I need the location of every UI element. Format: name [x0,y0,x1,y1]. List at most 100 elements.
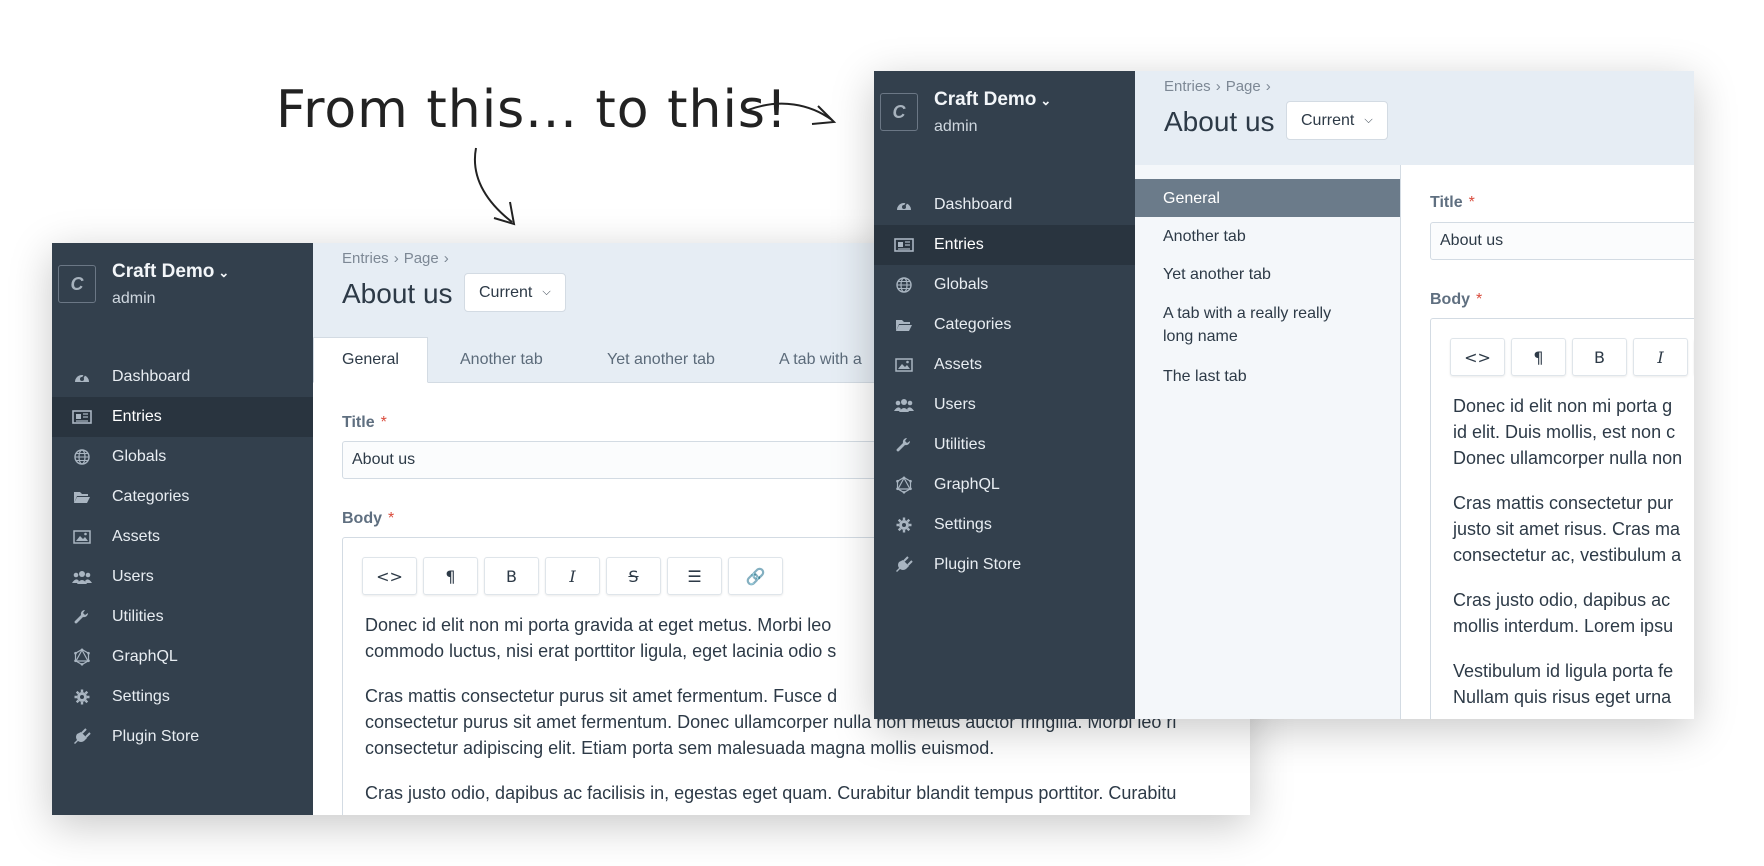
sidebar-item-dashboard[interactable]: Dashboard [874,185,1135,225]
sidebar-item-label: Categories [112,488,190,505]
sidebar-item-label: Assets [112,528,161,545]
sidebar-item-label: Entries [112,408,162,425]
sidebar-item-plugin-store[interactable]: Plugin Store [874,545,1135,585]
text-line: Donec id elit non mi porta gravida at eg… [365,615,832,635]
paragraph: Cras justo odio, dapibus ac facilisis in… [365,780,1250,806]
tab-yet-another[interactable]: Yet another tab [607,337,715,383]
dashboard-icon [52,369,112,385]
sidebar-item-categories[interactable]: Categories [874,305,1135,345]
bold-button[interactable]: B [1572,338,1627,376]
site-switcher[interactable]: Craft Demo ⌄ [112,261,229,283]
title-label-text: Title [342,414,375,431]
editor-content[interactable]: Donec id elit non mi porta g id elit. Dui… [1453,393,1694,719]
site-switcher[interactable]: Craft Demo ⌄ [934,89,1051,111]
entries-icon [874,238,934,252]
sidebar-item-settings[interactable]: Settings [52,677,313,717]
text-line: Cras justo odio, dapibus ac [1453,590,1671,610]
italic-button[interactable]: I [1633,338,1688,376]
sidebar-item-label: Settings [112,688,170,705]
main-nav: Dashboard Entries Globals Categories Assets U… [52,357,313,757]
breadcrumb-separator: › [443,250,449,267]
sidebar-item-utilities[interactable]: Utilities [52,597,313,637]
required-indicator: * [1468,194,1475,211]
italic-icon: I [1657,347,1664,367]
paragraph-icon: ¶ [1533,347,1544,367]
sidebar-item-graphql[interactable]: GraphQL [874,465,1135,505]
breadcrumb-separator: › [393,250,399,267]
bold-button[interactable]: B [484,557,539,595]
revision-label: Current [1301,111,1355,129]
body-editor[interactable]: <> ¶ B I S Donec id elit non mi porta g i… [1430,318,1694,719]
site-logo[interactable]: C [58,265,96,303]
tab-the-last-tab[interactable]: The last tab [1135,357,1400,395]
breadcrumb-page[interactable]: Page [404,250,439,267]
sidebar-item-users[interactable]: Users [52,557,313,597]
strikethrough-button[interactable]: S [606,557,661,595]
list-button[interactable]: ☰ [667,557,722,595]
list-icon: ☰ [687,566,702,586]
screenshot-after: C Craft Demo ⌄ admin Dashboard Entries Glob… [874,71,1694,719]
tab-yet-another-tab[interactable]: Yet another tab [1135,255,1400,293]
sidebar-item-entries[interactable]: Entries [52,397,313,437]
required-indicator: * [380,414,387,431]
revision-select[interactable]: Current ⌵ [1286,101,1388,140]
text-line: consectetur adipiscing elit. Etiam porta… [365,738,995,758]
plug-icon [52,728,112,746]
tab-another[interactable]: Another tab [460,337,543,383]
breadcrumb-separator: › [1265,78,1271,95]
link-icon: 🔗 [745,566,766,586]
paragraph-button[interactable]: ¶ [1511,338,1566,376]
sidebar-item-assets[interactable]: Assets [874,345,1135,385]
graphql-icon [874,476,934,494]
sidebar-item-label: GraphQL [934,476,1000,493]
sidebar-item-globals[interactable]: Globals [874,265,1135,305]
bold-icon: B [506,566,517,586]
italic-button[interactable]: I [545,557,600,595]
headline: From this... to this! [276,80,788,140]
title-field-label: Title * [342,414,387,432]
tab-another-tab[interactable]: Another tab [1135,217,1400,255]
sidebar-item-label: Entries [934,236,984,253]
title-input[interactable]: About us [1430,222,1694,260]
tab-a-tab-with-a-really-really-long-name[interactable]: A tab with a really really long name [1135,293,1400,357]
site-logo[interactable]: C [880,93,918,131]
sidebar-item-users[interactable]: Users [874,385,1135,425]
breadcrumb-page[interactable]: Page [1226,78,1261,95]
paragraph-button[interactable]: ¶ [423,557,478,595]
editor-toolbar: <> ¶ B I S [1450,338,1694,376]
tab-general[interactable]: General [1135,179,1400,217]
image-icon [874,358,934,372]
link-button[interactable]: 🔗 [728,557,783,595]
revision-select[interactable]: Current ⌵ [464,273,566,312]
sidebar-item-label: Categories [934,316,1012,333]
sidebar-item-dashboard[interactable]: Dashboard [52,357,313,397]
chevron-down-icon: ⌵ [542,286,551,298]
tab-general[interactable]: General [313,337,428,383]
sidebar-item-graphql[interactable]: GraphQL [52,637,313,677]
sidebar-item-plugin-store[interactable]: Plugin Store [52,717,313,757]
sidebar-item-label: Dashboard [112,368,191,385]
graphql-icon [52,648,112,666]
sidebar-item-entries[interactable]: Entries [874,225,1135,265]
chevron-down-icon: ⌄ [1040,93,1052,108]
sidebar-item-utilities[interactable]: Utilities [874,425,1135,465]
italic-icon: I [569,566,576,586]
body-field-label: Body * [342,510,394,528]
image-icon [52,530,112,544]
paragraph: Cras justo odio, dapibus ac mollis interd… [1453,587,1694,639]
body-label-text: Body [342,510,382,527]
tab-long-name[interactable]: A tab with a [779,337,862,383]
sidebar-item-categories[interactable]: Categories [52,477,313,517]
breadcrumb-entries[interactable]: Entries [342,250,389,267]
sidebar-item-globals[interactable]: Globals [52,437,313,477]
html-button[interactable]: <> [362,557,417,595]
paragraph: Vestibulum id ligula porta fe Nullam quis… [1453,658,1694,710]
sidebar-item-settings[interactable]: Settings [874,505,1135,545]
html-button[interactable]: <> [1450,338,1505,376]
sidebar-item-assets[interactable]: Assets [52,517,313,557]
site-name: Craft Demo [934,89,1037,110]
breadcrumb-entries[interactable]: Entries [1164,78,1211,95]
paragraph: Cras mattis consectetur pur justo sit ame… [1453,490,1694,568]
sidebar-item-label: Utilities [934,436,986,453]
sidebar-item-label: Users [934,396,976,413]
